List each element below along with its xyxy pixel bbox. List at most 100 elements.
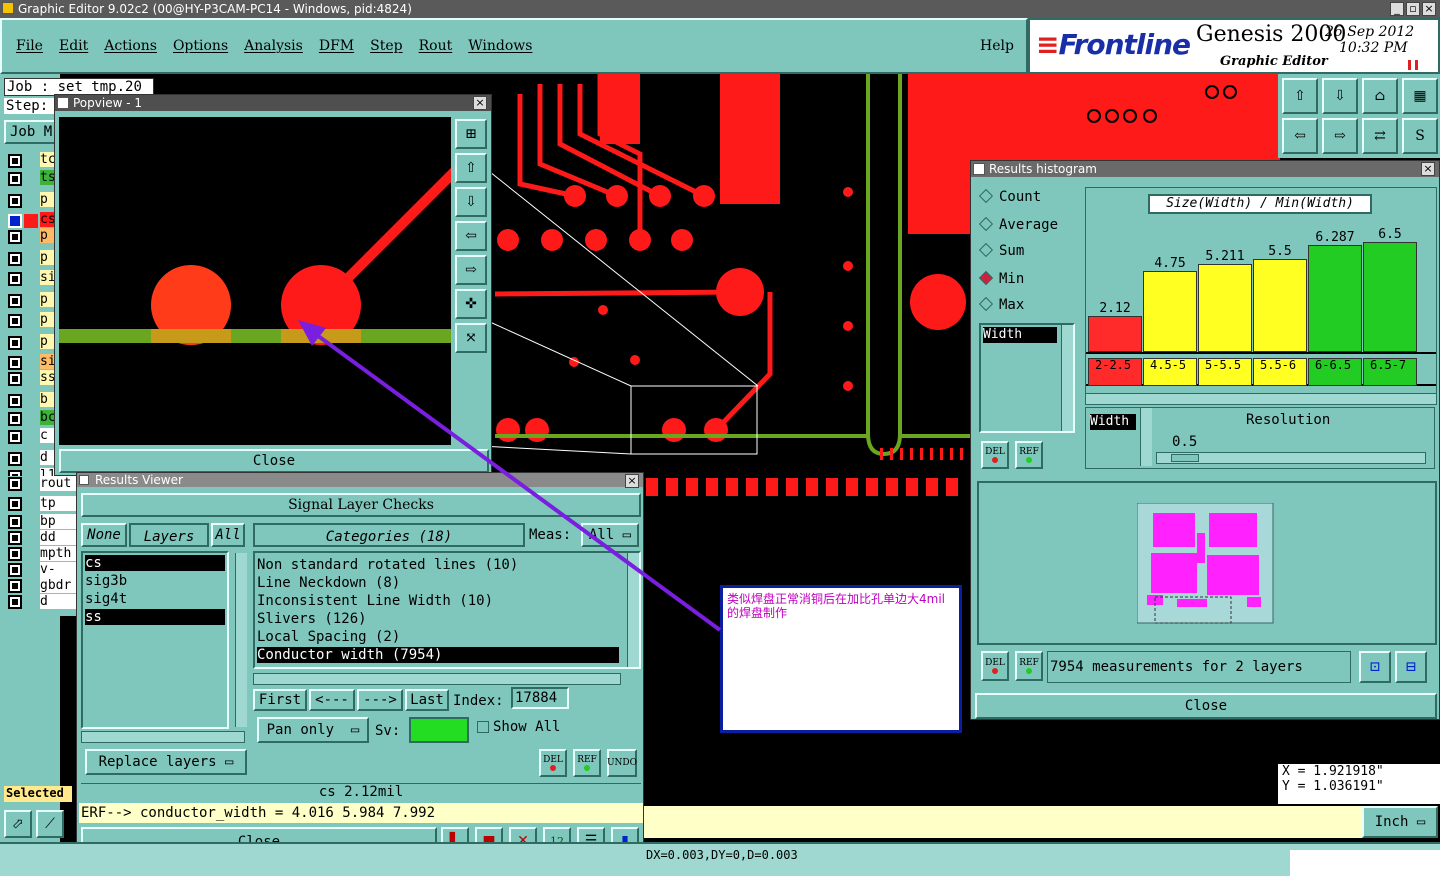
layer-item[interactable]: p bbox=[4, 228, 56, 246]
layer-list-item[interactable]: cs bbox=[85, 555, 225, 571]
zoom-home-icon[interactable]: ⊟ bbox=[1395, 651, 1427, 683]
home-icon[interactable]: ⌂ bbox=[1362, 78, 1398, 114]
undo-button[interactable]: UNDO bbox=[607, 749, 637, 777]
layer-item[interactable]: c bbox=[4, 428, 56, 446]
width-list-scrollbar[interactable] bbox=[1061, 325, 1073, 431]
close-window-button[interactable]: × bbox=[1422, 2, 1436, 16]
layer-item[interactable]: gbdr bbox=[4, 578, 76, 594]
pan-left-icon[interactable]: ⇦ bbox=[455, 221, 487, 251]
replace-layers-select[interactable]: Replace layers ▭ bbox=[85, 749, 247, 775]
menu-windows[interactable]: Windows bbox=[468, 38, 532, 54]
layer-item[interactable]: p bbox=[4, 250, 56, 268]
measure-tool-icon[interactable]: ⟋ bbox=[36, 810, 64, 838]
histogram-bar[interactable] bbox=[1253, 259, 1307, 352]
layer-item[interactable]: p bbox=[4, 334, 56, 352]
resolution-slider[interactable] bbox=[1156, 452, 1426, 464]
layer-item[interactable]: b bbox=[4, 392, 56, 410]
ref-button[interactable]: REF bbox=[573, 749, 601, 777]
layer-item[interactable]: tp bbox=[4, 496, 76, 512]
layer-list-item[interactable]: sig3b bbox=[85, 573, 225, 589]
layer-item[interactable]: dd bbox=[4, 530, 76, 546]
layer-item[interactable]: ss bbox=[4, 370, 56, 388]
pan-right-icon[interactable]: ⇨ bbox=[455, 255, 487, 285]
none-button[interactable]: None bbox=[81, 523, 127, 547]
overview-ref-button[interactable]: REF bbox=[1015, 651, 1043, 681]
layer-list-item[interactable]: ss bbox=[85, 609, 225, 625]
redraw-icon[interactable]: S bbox=[1402, 118, 1438, 154]
menu-edit[interactable]: Edit bbox=[59, 38, 88, 54]
layer-list-hscroll[interactable] bbox=[81, 731, 245, 743]
pan-up-icon[interactable]: ⇧ bbox=[455, 153, 487, 183]
minimize-button[interactable]: _ bbox=[1390, 2, 1404, 16]
zoom-region-icon[interactable]: ⊡ bbox=[1359, 651, 1391, 683]
layer-item[interactable]: ts bbox=[4, 170, 56, 188]
menu-options[interactable]: Options bbox=[173, 38, 228, 54]
histogram-bar[interactable] bbox=[1363, 242, 1417, 352]
layout-icon[interactable]: ▦ bbox=[1402, 78, 1438, 114]
show-all-checkbox[interactable] bbox=[477, 721, 489, 733]
mode-sum[interactable]: Sum bbox=[978, 242, 1024, 259]
swap-icon[interactable]: ⇄ bbox=[1362, 118, 1398, 154]
prev-button[interactable]: <--- bbox=[309, 689, 355, 711]
select-tool-icon[interactable]: ⬀ bbox=[4, 810, 32, 838]
first-button[interactable]: First bbox=[253, 689, 307, 711]
layer-item[interactable]: sig bbox=[4, 270, 56, 288]
menu-dfm[interactable]: DFM bbox=[319, 38, 354, 54]
menu-rout[interactable]: Rout bbox=[419, 38, 453, 54]
pan-left-icon[interactable]: ⇦ bbox=[1282, 118, 1318, 154]
index-input[interactable]: 17884 bbox=[511, 687, 569, 709]
del-button[interactable]: DEL bbox=[539, 749, 567, 777]
category-item-selected[interactable]: Conductor width (7954) bbox=[257, 647, 619, 663]
overview-del-button[interactable]: DEL bbox=[981, 651, 1009, 681]
layer-item[interactable]: mpth bbox=[4, 546, 76, 562]
all-layers-button[interactable]: All bbox=[211, 523, 245, 547]
mode-count[interactable]: Count bbox=[978, 188, 1041, 205]
mode-average[interactable]: Average bbox=[978, 216, 1058, 233]
layer-list-item[interactable]: sig4t bbox=[85, 591, 225, 607]
overview-map[interactable] bbox=[1137, 503, 1277, 625]
pan-right-icon[interactable]: ⇨ bbox=[1322, 118, 1358, 154]
layer-item[interactable]: d bbox=[4, 594, 76, 610]
layer-item[interactable]: bc bbox=[4, 410, 56, 428]
popview-close-icon[interactable]: × bbox=[473, 96, 487, 110]
mode-max[interactable]: Max bbox=[978, 296, 1024, 313]
next-button[interactable]: ---> bbox=[357, 689, 403, 711]
histogram-close-button[interactable]: Close bbox=[975, 693, 1437, 719]
menu-actions[interactable]: Actions bbox=[104, 38, 157, 54]
layer-list-scrollbar[interactable] bbox=[235, 553, 247, 727]
menu-help[interactable]: Help bbox=[980, 38, 1014, 54]
last-button[interactable]: Last bbox=[405, 689, 449, 711]
sv-color-select[interactable] bbox=[409, 717, 469, 743]
pan-down-icon[interactable]: ⇩ bbox=[455, 187, 487, 217]
layer-item[interactable]: v-cut bbox=[4, 562, 76, 592]
layer-item[interactable]: p bbox=[4, 292, 56, 310]
histogram-bar[interactable] bbox=[1088, 316, 1142, 352]
layer-item[interactable]: p bbox=[4, 312, 56, 330]
maximize-button[interactable]: ▫ bbox=[1406, 2, 1420, 16]
hist-ref-button[interactable]: REF bbox=[1015, 441, 1043, 469]
layer-item[interactable]: d bbox=[4, 450, 56, 468]
layer-item[interactable]: rout bbox=[4, 476, 76, 492]
pan-down-icon[interactable]: ⇩ bbox=[1322, 78, 1358, 114]
zoom-icon[interactable]: ⊞ bbox=[455, 119, 487, 149]
pan-mode-select[interactable]: Pan only ▭ bbox=[257, 717, 369, 743]
units-select[interactable]: Inch ▭ bbox=[1362, 806, 1438, 838]
command-line[interactable] bbox=[644, 806, 1362, 838]
histogram-bar[interactable] bbox=[1143, 271, 1197, 352]
histogram-close-icon[interactable]: × bbox=[1421, 162, 1435, 176]
mode-min[interactable]: Min bbox=[978, 270, 1024, 287]
menu-step[interactable]: Step bbox=[370, 38, 402, 54]
job-matrix-button[interactable]: Job M bbox=[4, 120, 56, 144]
histogram-bar[interactable] bbox=[1308, 245, 1362, 352]
layer-item[interactable]: bp bbox=[4, 514, 76, 530]
resolution-scrollbar[interactable] bbox=[1140, 408, 1152, 466]
chart-hscroll[interactable] bbox=[1085, 393, 1437, 405]
pan-up-icon[interactable]: ⇧ bbox=[1282, 78, 1318, 114]
category-list-hscroll[interactable] bbox=[253, 673, 621, 685]
layer-item[interactable]: p bbox=[4, 192, 56, 210]
layer-item[interactable]: tc bbox=[4, 152, 56, 170]
menu-analysis[interactable]: Analysis bbox=[244, 38, 303, 54]
menu-file[interactable]: File bbox=[16, 38, 43, 54]
width-list-item[interactable]: Width bbox=[983, 327, 1057, 343]
histogram-bar[interactable] bbox=[1198, 264, 1252, 352]
